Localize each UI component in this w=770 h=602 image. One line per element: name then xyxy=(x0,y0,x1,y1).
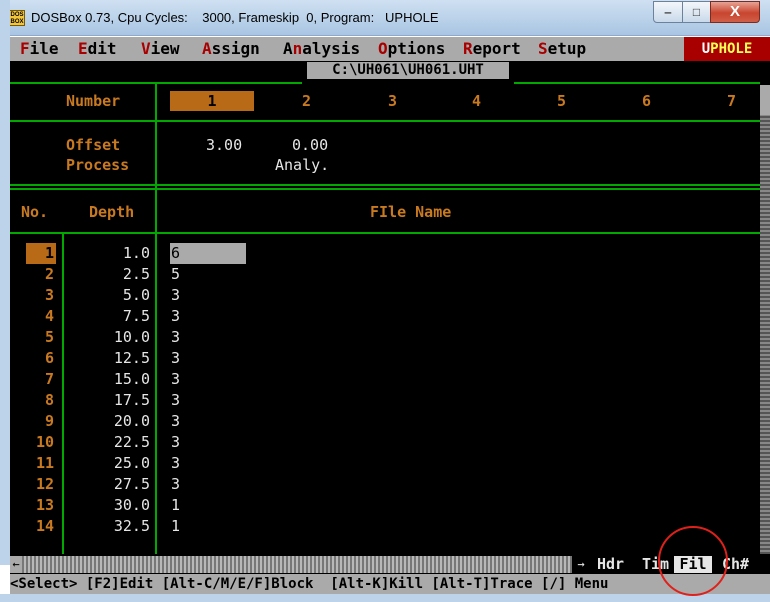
row-number[interactable]: 10 xyxy=(26,432,56,453)
row-number[interactable]: 1 xyxy=(26,243,56,264)
row-number[interactable]: 3 xyxy=(26,285,56,306)
row-depth[interactable]: 17.5 xyxy=(70,390,150,411)
row-depth[interactable]: 5.0 xyxy=(70,285,150,306)
menu-edit[interactable]: Edit xyxy=(78,37,117,61)
filename-column-header: FIle Name xyxy=(370,203,452,221)
section-divider-bottom xyxy=(10,188,760,190)
row-file-name[interactable]: 3 xyxy=(170,474,246,495)
menu-bar: File Edit View Assign Analysis Options R… xyxy=(10,37,770,61)
column-header-3[interactable]: 3 xyxy=(388,91,397,111)
row-file-name[interactable]: 3 xyxy=(170,306,246,327)
row-file-name[interactable]: 3 xyxy=(170,348,246,369)
no-column-header: No. xyxy=(21,203,49,221)
row-file-name[interactable]: 3 xyxy=(170,453,246,474)
window-frame-bottom xyxy=(0,594,770,602)
number-label: Number xyxy=(66,92,121,110)
menu-view[interactable]: View xyxy=(141,37,180,61)
row-number[interactable]: 6 xyxy=(26,348,56,369)
status-bar: <Select> [F2]Edit [Alt-C/M/E/F]Block [Al… xyxy=(10,574,770,594)
row-number[interactable]: 2 xyxy=(26,264,56,285)
column-header-5[interactable]: 5 xyxy=(557,91,566,111)
dosbox-app-icon: DOS BOX xyxy=(9,10,25,26)
row-number[interactable]: 4 xyxy=(26,306,56,327)
row-number[interactable]: 13 xyxy=(26,495,56,516)
row-depth[interactable]: 7.5 xyxy=(70,306,150,327)
row-depth[interactable]: 20.0 xyxy=(70,411,150,432)
row-number[interactable]: 11 xyxy=(26,453,56,474)
scroll-right-arrow-icon[interactable]: → xyxy=(573,556,589,573)
file-path-label: C:\UH061\UH061.UHT xyxy=(307,62,509,79)
tab-hdr[interactable]: Hdr xyxy=(597,556,624,573)
depth-column-header: Depth xyxy=(89,203,135,221)
row-file-name[interactable]: 3 xyxy=(170,285,246,306)
row-number[interactable]: 9 xyxy=(26,411,56,432)
row-file-name[interactable]: 1 xyxy=(170,495,246,516)
offset-label: Offset xyxy=(66,136,121,154)
row-number[interactable]: 14 xyxy=(26,516,56,537)
close-button[interactable]: X xyxy=(710,1,760,23)
window-title-bar[interactable]: DOS BOX DOSBox 0.73, Cpu Cycles: 3000, F… xyxy=(0,0,770,36)
annotation-circle xyxy=(658,526,728,596)
row-file-name[interactable]: 3 xyxy=(170,390,246,411)
menu-report[interactable]: Report xyxy=(463,37,521,61)
top-border-right xyxy=(514,82,760,84)
menu-options[interactable]: Options xyxy=(378,37,445,61)
horizontal-scrollbar[interactable]: ← xyxy=(10,556,572,573)
row-number[interactable]: 7 xyxy=(26,369,56,390)
process-value[interactable]: Analy. xyxy=(275,155,329,175)
offset-value-1[interactable]: 3.00 xyxy=(206,135,242,155)
row-file-name[interactable]: 3 xyxy=(170,327,246,348)
column-header-6[interactable]: 6 xyxy=(642,91,651,111)
column-divider xyxy=(155,84,157,554)
vertical-scroll-thumb[interactable] xyxy=(760,85,770,115)
column-header-2[interactable]: 2 xyxy=(302,91,311,111)
row-depth[interactable]: 27.5 xyxy=(70,474,150,495)
offset-value-2[interactable]: 0.00 xyxy=(292,135,328,155)
row-number[interactable]: 8 xyxy=(26,390,56,411)
row-number[interactable]: 5 xyxy=(26,327,56,348)
vertical-scrollbar[interactable] xyxy=(760,85,770,554)
row-depth[interactable]: 22.5 xyxy=(70,432,150,453)
menu-assign[interactable]: Assign xyxy=(202,37,260,61)
maximize-button[interactable]: □ xyxy=(682,1,711,23)
row-depth[interactable]: 30.0 xyxy=(70,495,150,516)
row-file-name[interactable]: 1 xyxy=(170,516,246,537)
process-label: Process xyxy=(66,156,130,174)
uphole-brand-label: UPHOLE xyxy=(684,37,770,61)
menu-setup[interactable]: Setup xyxy=(538,37,586,61)
row-file-name[interactable]: 5 xyxy=(170,264,246,285)
column-header-1[interactable]: 1 xyxy=(170,91,254,111)
row-number-divider xyxy=(62,234,64,554)
row-depth[interactable]: 25.0 xyxy=(70,453,150,474)
window-title: DOSBox 0.73, Cpu Cycles: 3000, Frameskip… xyxy=(31,10,439,25)
menu-analysis[interactable]: Analysis xyxy=(283,37,360,61)
menu-file[interactable]: File xyxy=(20,37,59,61)
minimize-button[interactable]: ‒ xyxy=(653,1,683,23)
row-file-name[interactable]: 3 xyxy=(170,369,246,390)
dos-screen[interactable]: File Edit View Assign Analysis Options R… xyxy=(10,37,770,594)
row-depth[interactable]: 10.0 xyxy=(70,327,150,348)
section-divider-top xyxy=(10,184,760,186)
scroll-left-arrow-icon[interactable]: ← xyxy=(10,556,22,573)
table-header-divider xyxy=(10,232,760,234)
row-file-name[interactable]: 3 xyxy=(170,432,246,453)
column-header-7[interactable]: 7 xyxy=(727,91,736,111)
row-depth[interactable]: 15.0 xyxy=(70,369,150,390)
header-divider xyxy=(10,120,760,122)
row-depth[interactable]: 32.5 xyxy=(70,516,150,537)
row-number[interactable]: 12 xyxy=(26,474,56,495)
row-file-name[interactable]: 3 xyxy=(170,411,246,432)
row-file-name-input[interactable]: 6 xyxy=(170,243,246,264)
window-frame-left xyxy=(0,0,10,565)
column-header-4[interactable]: 4 xyxy=(472,91,481,111)
row-depth[interactable]: 1.0 xyxy=(70,243,150,264)
row-depth[interactable]: 2.5 xyxy=(70,264,150,285)
row-depth[interactable]: 12.5 xyxy=(70,348,150,369)
